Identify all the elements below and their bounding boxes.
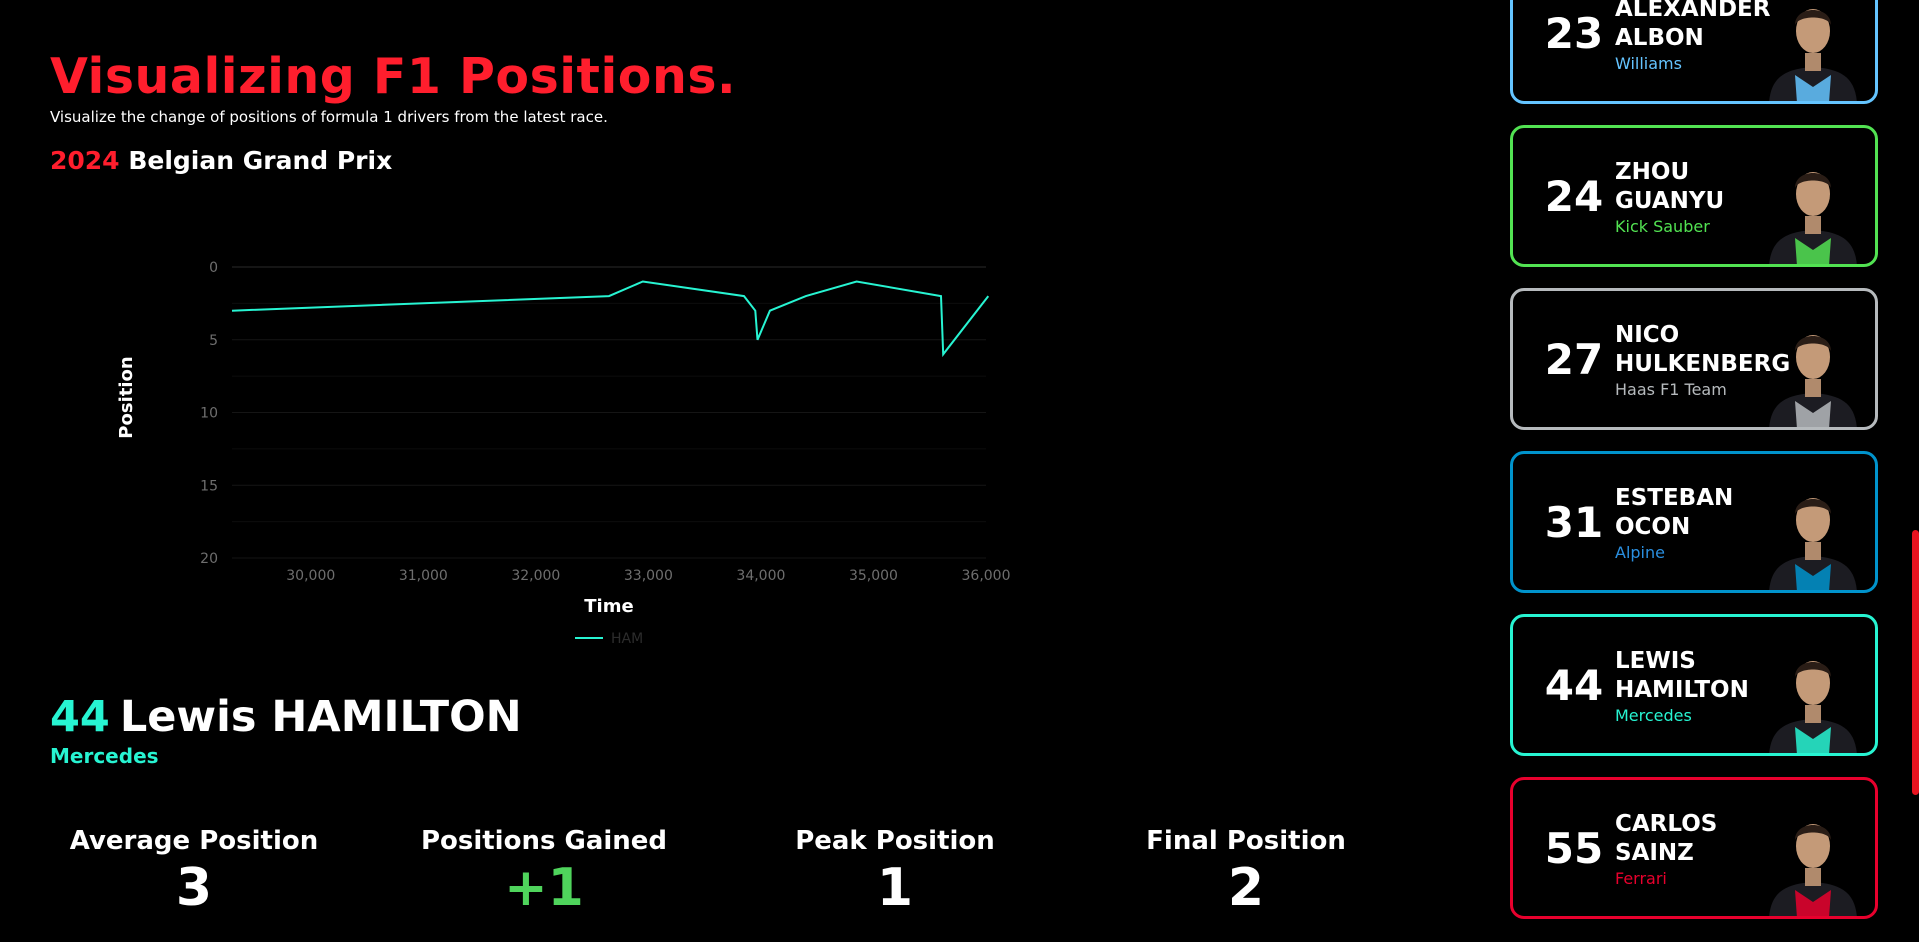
series-line-ham [231,280,990,358]
driver-list: 23 ALEXANDER ALBON Williams 24 ZHOU GUANYU Kick… [1510,0,1880,942]
driver-card-first-name: ZHOU [1615,159,1690,185]
stat-average-position: Average Position 3 [44,826,344,914]
driver-card-name: ZHOU GUANYU [1615,158,1724,216]
driver-card-ocon[interactable]: 31 ESTEBAN OCON Alpine [1510,451,1878,593]
x-tick-label: 32,000 [511,568,560,584]
selected-driver-team: Mercedes [50,744,159,768]
stat-peak-position: Peak Position 1 [745,826,1045,914]
driver-card-sainz[interactable]: 55 CARLOS SAINZ Ferrari [1510,777,1878,919]
driver-card-hulkenberg[interactable]: 27 NICO HULKENBERG Haas F1 Team [1510,288,1878,430]
driver-card-first-name: LEWIS [1615,648,1696,674]
driver-photo [1769,172,1857,264]
x-tick-label: 36,000 [962,568,1011,584]
driver-card-guanyu[interactable]: 24 ZHOU GUANYU Kick Sauber [1510,125,1878,267]
driver-card-last-name: GUANYU [1615,188,1725,214]
stat-label: Average Position [69,826,319,856]
y-tick-label: 15 [200,478,218,494]
legend-label: HAM [611,631,643,647]
driver-card-number: 31 [1544,498,1604,547]
driver-card-number: 44 [1544,661,1604,710]
stat-label: Final Position [1146,826,1346,856]
driver-card-team: Kick Sauber [1615,217,1710,236]
driver-card-team: Ferrari [1615,869,1667,888]
x-axis-label: Time [584,596,633,617]
driver-card-first-name: CARLOS [1615,811,1718,837]
selected-driver-number: 44 [50,692,110,742]
driver-card-name: LEWIS HAMILTON [1615,647,1749,705]
x-tick-label: 31,000 [399,568,448,584]
driver-card-hamilton[interactable]: 44 LEWIS HAMILTON Mercedes [1510,614,1878,756]
driver-card-name: ESTEBAN OCON [1615,484,1733,542]
main-content: Visualizing F1 Positions. Visualize the … [0,0,1500,942]
driver-card-last-name: ALBON [1615,25,1704,51]
driver-card-name: ALEXANDER ALBON [1615,0,1770,53]
driver-card-number: 24 [1544,172,1604,221]
driver-photo [1769,498,1857,590]
stat-value: 3 [175,858,213,918]
y-tick-label: 20 [200,551,218,567]
stat-label: Peak Position [795,826,995,856]
selected-driver-name: Lewis HAMILTON [119,692,522,742]
selected-driver-heading: 44 Lewis HAMILTON [50,692,522,742]
driver-photo [1769,661,1857,753]
driver-photo [1769,335,1857,427]
x-tick-label: 34,000 [736,568,785,584]
stat-label: Positions Gained [420,826,668,856]
scrollbar-thumb[interactable] [1912,530,1919,795]
stat-value: 1 [876,858,914,918]
race-heading: 2024 Belgian Grand Prix [50,146,392,175]
stat-positions-gained: Positions Gained +1 [394,826,694,914]
page-subtitle: Visualize the change of positions of for… [50,108,608,126]
x-tick-label: 30,000 [286,568,335,584]
y-tick-label: 0 [209,260,218,276]
driver-card-team: Williams [1615,54,1682,73]
driver-card-first-name: ALEXANDER [1615,0,1771,22]
driver-card-team: Mercedes [1615,706,1692,725]
driver-card-last-name: HAMILTON [1615,677,1749,703]
driver-card-number: 55 [1544,824,1604,873]
driver-card-first-name: NICO [1615,322,1680,348]
y-axis-label: Position [116,356,137,438]
x-tick-label: 33,000 [624,568,673,584]
driver-card-last-name: SAINZ [1615,840,1694,866]
position-chart: 0 5 10 15 20 30,000 31,000 32,000 33,000 34,000 35… [116,260,1011,647]
driver-card-last-name: HULKENBERG [1615,351,1791,377]
driver-card-team: Alpine [1615,543,1665,562]
stat-value: 2 [1227,858,1265,918]
stat-final-position: Final Position 2 [1096,826,1396,914]
driver-card-name: CARLOS SAINZ [1615,810,1717,868]
page-title: Visualizing F1 Positions. [50,48,737,105]
driver-card-last-name: OCON [1615,514,1691,540]
stat-value: +1 [504,858,584,918]
y-tick-label: 5 [209,333,218,349]
y-tick-label: 10 [200,406,218,422]
driver-photo [1769,9,1857,101]
race-year: 2024 [50,146,120,175]
driver-card-albon[interactable]: 23 ALEXANDER ALBON Williams [1510,0,1878,104]
driver-photo [1769,824,1857,916]
driver-card-number: 23 [1544,9,1604,58]
driver-card-number: 27 [1544,335,1604,384]
race-name: Belgian Grand Prix [128,146,393,175]
driver-card-team: Haas F1 Team [1615,380,1727,399]
x-tick-label: 35,000 [849,568,898,584]
driver-card-first-name: ESTEBAN [1615,485,1734,511]
driver-card-name: NICO HULKENBERG [1615,321,1790,379]
